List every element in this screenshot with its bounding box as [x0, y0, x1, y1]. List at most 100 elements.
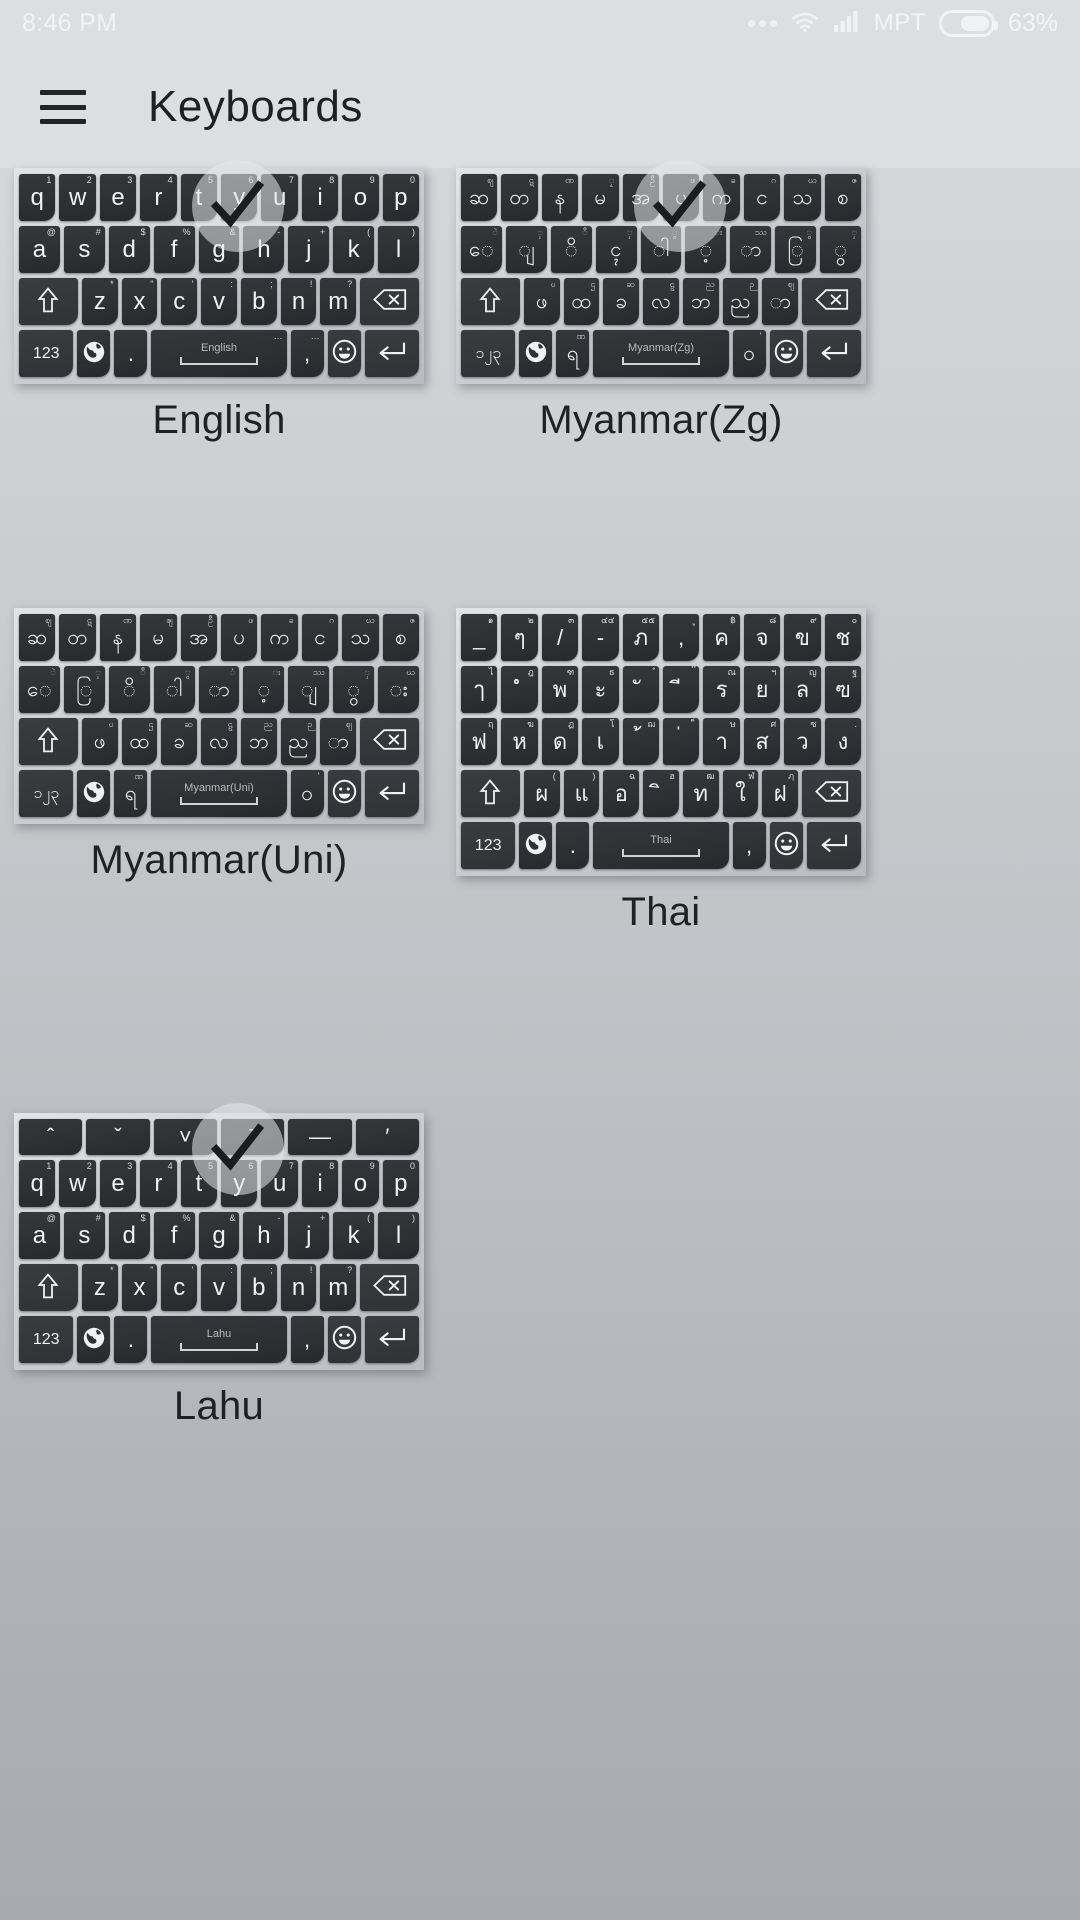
key-c[interactable]: c '	[161, 1264, 198, 1311]
key-ี[interactable]: ี๊	[663, 666, 700, 713]
keyboard-card-myanmar-zg[interactable]: ဆဈတဋနဏမၟအဦပဖကခငဂသဃစဇေဲျှိီၚှါွ့းာဿြွွှ ဖ…	[456, 160, 866, 443]
keyboard-card-english[interactable]: q 1 w 2 e 3 r 4 t 5 y 6 u 7 i 8 o 9 p 0 a @ s # d $ f% g & h - j + k(l) z…	[14, 160, 424, 443]
key-w[interactable]: w2	[59, 174, 96, 221]
key-ั[interactable]: ัํ	[622, 666, 660, 713]
key-ํ[interactable]: ํฎ	[501, 666, 538, 713]
key-space[interactable]: Myanmar(Uni)	[151, 770, 287, 817]
key-a[interactable]: a @	[19, 1212, 60, 1259]
key-ျ[interactable]: ျှ	[505, 226, 547, 273]
key-w[interactable]: w2	[59, 1160, 96, 1207]
keyboard-preview-myanmar-uni[interactable]: ဆဈတဋနဏမၛအဦပဖကခငဂသဃစဇေဲြှိီါွာံ့းျဿွှးဃ ဖ…	[14, 608, 424, 824]
key-˅[interactable]: ˅	[153, 1119, 217, 1155]
key-t[interactable]: t5	[180, 1160, 218, 1207]
key-backspace[interactable]	[802, 278, 862, 325]
key-ရ[interactable]: ရဏ	[556, 330, 590, 377]
key-န[interactable]: နဏ	[541, 174, 579, 221]
key-backspace[interactable]	[802, 770, 862, 817]
key-ห[interactable]: หฆ	[501, 718, 538, 765]
key-e[interactable]: e3	[99, 174, 137, 221]
key-—[interactable]: —	[288, 1119, 352, 1155]
key-ည[interactable]: ညဉ	[280, 718, 317, 765]
key-แ[interactable]: แ)	[563, 770, 600, 817]
key-emoji[interactable]	[769, 330, 803, 377]
key-လ[interactable]: လဠ	[201, 718, 237, 765]
key-g[interactable]: g &	[198, 1212, 240, 1259]
key-ๅ[interactable]: ๅไ	[461, 666, 498, 713]
key-အ[interactable]: အဦ	[180, 614, 218, 661]
key-k[interactable]: k(	[333, 1212, 375, 1259]
key-း[interactable]: းဃ	[378, 666, 420, 713]
key-ျ[interactable]: ျဿ	[288, 666, 330, 713]
key-f[interactable]: f%	[153, 226, 195, 273]
key-shift[interactable]	[19, 278, 78, 325]
key-i[interactable]: i8	[301, 1160, 339, 1207]
key-ˇ[interactable]: ˇ	[86, 1119, 150, 1155]
key-s[interactable]: s #	[63, 226, 105, 273]
key-ထ[interactable]: ထဌ	[563, 278, 600, 325]
keyboard-preview-english[interactable]: q 1 w 2 e 3 r 4 t 5 y 6 u 7 i 8 o 9 p 0 a @ s # d $ f% g & h - j + k(l) z…	[14, 160, 424, 384]
key-y[interactable]: y6	[221, 174, 258, 221]
key-ိ[interactable]: ိီ	[550, 226, 592, 273]
key-c[interactable]: c '	[161, 278, 198, 325]
key-h[interactable]: h-	[243, 226, 285, 273]
key-enter[interactable]	[806, 822, 862, 869]
key-ေ[interactable]: ေဲ	[19, 666, 60, 713]
key-123[interactable]: 123	[19, 330, 74, 377]
key-၁၂၃[interactable]: ၁၂၃	[461, 330, 516, 377]
key-ฃ[interactable]: ฃฐ	[824, 666, 862, 713]
key-enter[interactable]	[364, 1316, 420, 1363]
key-globe[interactable]	[77, 770, 111, 817]
key-x[interactable]: x "	[121, 278, 158, 325]
key-l[interactable]: l)	[378, 1212, 420, 1259]
key-r[interactable]: r4	[140, 174, 177, 221]
key-လ[interactable]: လဠ	[643, 278, 679, 325]
key-န[interactable]: နဏ	[99, 614, 137, 661]
key-r[interactable]: r4	[140, 1160, 177, 1207]
keyboard-card-lahu[interactable]: ˆ ˇ ˅ ˉ — ′ q 1 w 2 e 3 r 4 t 5 y 6 u 7 i 8 o 9 p 0 a @ s # d $ f% g & h - j +…	[14, 1103, 424, 1429]
key-.[interactable]: .	[556, 822, 590, 869]
key-p[interactable]: p0	[382, 174, 420, 221]
key-shift[interactable]	[19, 1264, 78, 1311]
key-ฟ[interactable]: ฟฤ	[461, 718, 498, 765]
key-อ[interactable]: อฉ	[603, 770, 640, 817]
key-ာ[interactable]: ာဈ	[762, 278, 799, 325]
key-ย[interactable]: ยฯ	[743, 666, 781, 713]
key-d[interactable]: d $	[108, 1212, 150, 1259]
key-ร[interactable]: รณ	[703, 666, 740, 713]
key-123[interactable]: 123	[19, 1316, 74, 1363]
key-k[interactable]: k(	[333, 226, 375, 273]
key-พ[interactable]: พฑ	[541, 666, 579, 713]
keyboard-preview-thai[interactable]: _๑ๆ๒/๓-๔๔ภ๕๕,ูค฿จ๘ข๙ช๐ๅไํฎพฑะธัํี๊รณยฯลญ…	[456, 608, 866, 876]
key-enter[interactable]	[364, 330, 420, 377]
key-ช[interactable]: ช๐	[824, 614, 862, 661]
key-ြ[interactable]: ြှ	[63, 666, 105, 713]
key-globe[interactable]	[519, 822, 553, 869]
key-ွ[interactable]: ွှ	[820, 226, 862, 273]
key-ล[interactable]: ลญ	[784, 666, 821, 713]
key-u[interactable]: u7	[261, 174, 298, 221]
key-g[interactable]: g &	[198, 226, 240, 273]
keyboard-card-myanmar-uni[interactable]: ဆဈတဋနဏမၛအဦပဖကခငဂသဃစဇေဲြှိီါွာံ့းျဿွှးဃ ဖ…	[14, 608, 424, 883]
key-ပ[interactable]: ပဖ	[663, 174, 700, 221]
key-တ[interactable]: တဋ	[501, 174, 538, 221]
key-space[interactable]: Myanmar(Zg)	[593, 330, 729, 377]
keyboard-preview-lahu[interactable]: ˆ ˇ ˅ ˉ — ′ q 1 w 2 e 3 r 4 t 5 y 6 u 7 i 8 o 9 p 0 a @ s # d $ f% g & h - j +…	[14, 1103, 424, 1370]
key-စ[interactable]: စဇ	[382, 614, 420, 661]
key-v[interactable]: v:	[201, 278, 237, 325]
key-ข[interactable]: ข๙	[784, 614, 821, 661]
key-่[interactable]: ่็	[663, 718, 700, 765]
key-y[interactable]: y6	[221, 1160, 258, 1207]
key-ˆ[interactable]: ˆ	[19, 1119, 83, 1155]
key-d[interactable]: d $	[108, 226, 150, 273]
key-f[interactable]: f%	[153, 1212, 195, 1259]
key-စ[interactable]: စဇ	[824, 174, 862, 221]
key-′[interactable]: ′	[355, 1119, 419, 1155]
key-,[interactable]: ,	[732, 822, 766, 869]
key-j[interactable]: j +	[288, 1212, 330, 1259]
key-b[interactable]: b;	[240, 1264, 277, 1311]
key--[interactable]: -๔๔	[582, 614, 619, 661]
key-ဘ[interactable]: ဘည	[240, 718, 277, 765]
key-n[interactable]: n!	[280, 1264, 317, 1311]
key-ထ[interactable]: ထဌ	[121, 718, 158, 765]
key-emoji[interactable]	[769, 822, 803, 869]
